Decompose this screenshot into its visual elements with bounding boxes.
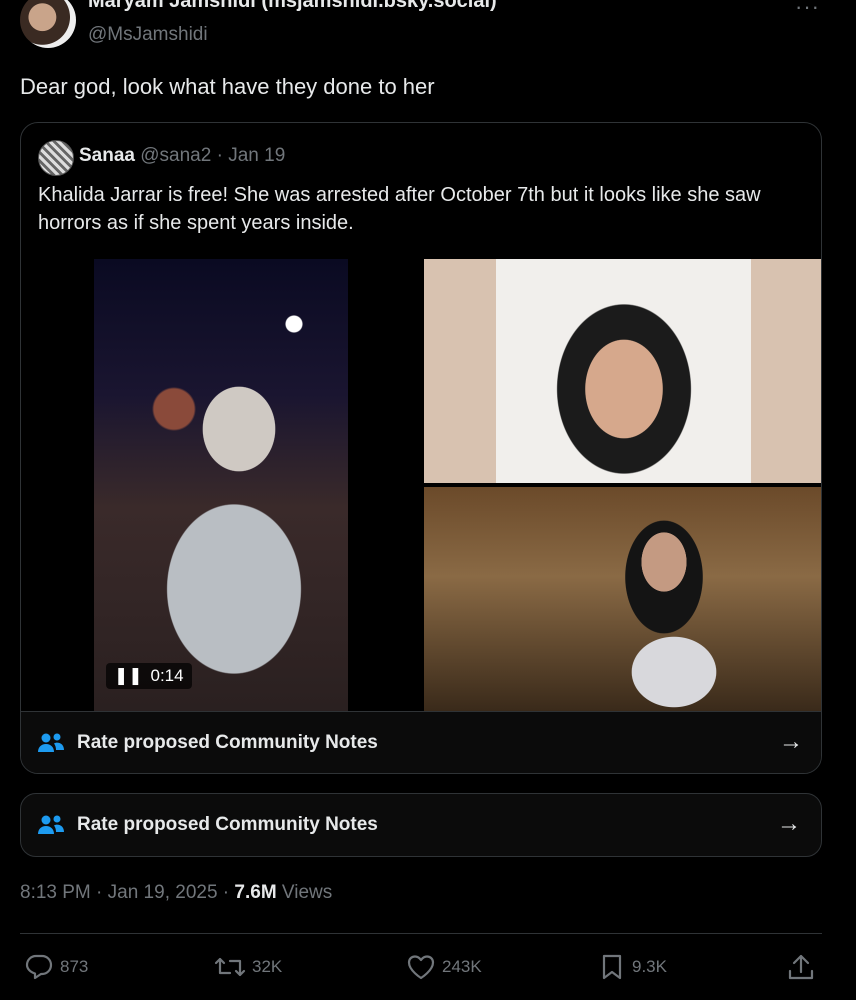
reply-icon — [25, 954, 53, 980]
repost-count: 32K — [252, 957, 283, 976]
more-horizontal-icon[interactable]: ··· — [795, 0, 820, 20]
tweet-timestamp: 8:13 PM · Jan 19, 2025 · 7.6M Views — [20, 882, 332, 904]
video-player[interactable]: ❚❚ 0:14 — [94, 259, 348, 711]
like-count: 243K — [442, 957, 482, 976]
bookmark-count: 9.3K — [632, 957, 667, 976]
views-count: 7.6M — [234, 882, 277, 903]
quoted-author-handle[interactable]: @sana2 — [140, 145, 211, 166]
like-button[interactable]: 243K — [406, 952, 482, 982]
community-notes-label: Rate proposed Community Notes — [77, 732, 378, 753]
community-notes-inline[interactable]: Rate proposed Community Notes → — [21, 711, 821, 773]
arrow-right-icon[interactable]: → — [779, 728, 803, 756]
author-avatar[interactable] — [20, 0, 76, 48]
share-button[interactable] — [786, 952, 816, 982]
quoted-tweet-header: Sanaa @sana2 · Jan 19 — [79, 145, 285, 167]
video-timer[interactable]: ❚❚ 0:14 — [106, 663, 192, 689]
author-handle[interactable]: @MsJamshidi — [88, 24, 208, 46]
community-notes-card[interactable]: Rate proposed Community Notes → — [20, 793, 822, 857]
views-label: Views — [276, 882, 333, 903]
quoted-tweet[interactable]: Sanaa @sana2 · Jan 19 Khalida Jarrar is … — [20, 122, 822, 774]
bookmark-button[interactable]: 9.3K — [598, 952, 667, 982]
tweet-detail: Maryam Jamshidi (msjamshidi.bsky.social)… — [0, 0, 856, 1000]
photo-courtroom-woman[interactable] — [424, 487, 821, 711]
tweet-time[interactable]: 8:13 PM · Jan 19, 2025 · — [20, 882, 234, 903]
author-display-name[interactable]: Maryam Jamshidi (msjamshidi.bsky.social) — [88, 0, 497, 13]
bookmark-icon — [602, 954, 622, 980]
reply-button[interactable]: 873 — [24, 952, 88, 982]
people-icon — [38, 815, 64, 834]
repost-button[interactable]: 32K — [214, 952, 282, 982]
photo-handcuffed-woman[interactable] — [424, 259, 821, 483]
heart-icon — [407, 955, 435, 980]
repost-icon — [214, 957, 246, 977]
tweet-text: Dear god, look what have they done to he… — [20, 74, 435, 99]
pause-icon[interactable]: ❚❚ — [114, 666, 143, 685]
divider — [20, 933, 822, 934]
share-icon — [788, 954, 814, 980]
media-grid: ❚❚ 0:14 — [21, 259, 821, 711]
quoted-tweet-date[interactable]: · Jan 19 — [217, 145, 286, 166]
arrow-right-icon[interactable]: → — [777, 810, 801, 838]
people-icon — [38, 733, 64, 752]
quoted-author-name[interactable]: Sanaa — [79, 145, 135, 166]
quoted-author-avatar[interactable] — [38, 140, 74, 176]
reply-count: 873 — [60, 957, 89, 976]
quoted-tweet-text: Khalida Jarrar is free! She was arrested… — [38, 184, 761, 234]
video-time-label: 0:14 — [150, 666, 184, 685]
community-notes-label: Rate proposed Community Notes — [77, 814, 378, 835]
